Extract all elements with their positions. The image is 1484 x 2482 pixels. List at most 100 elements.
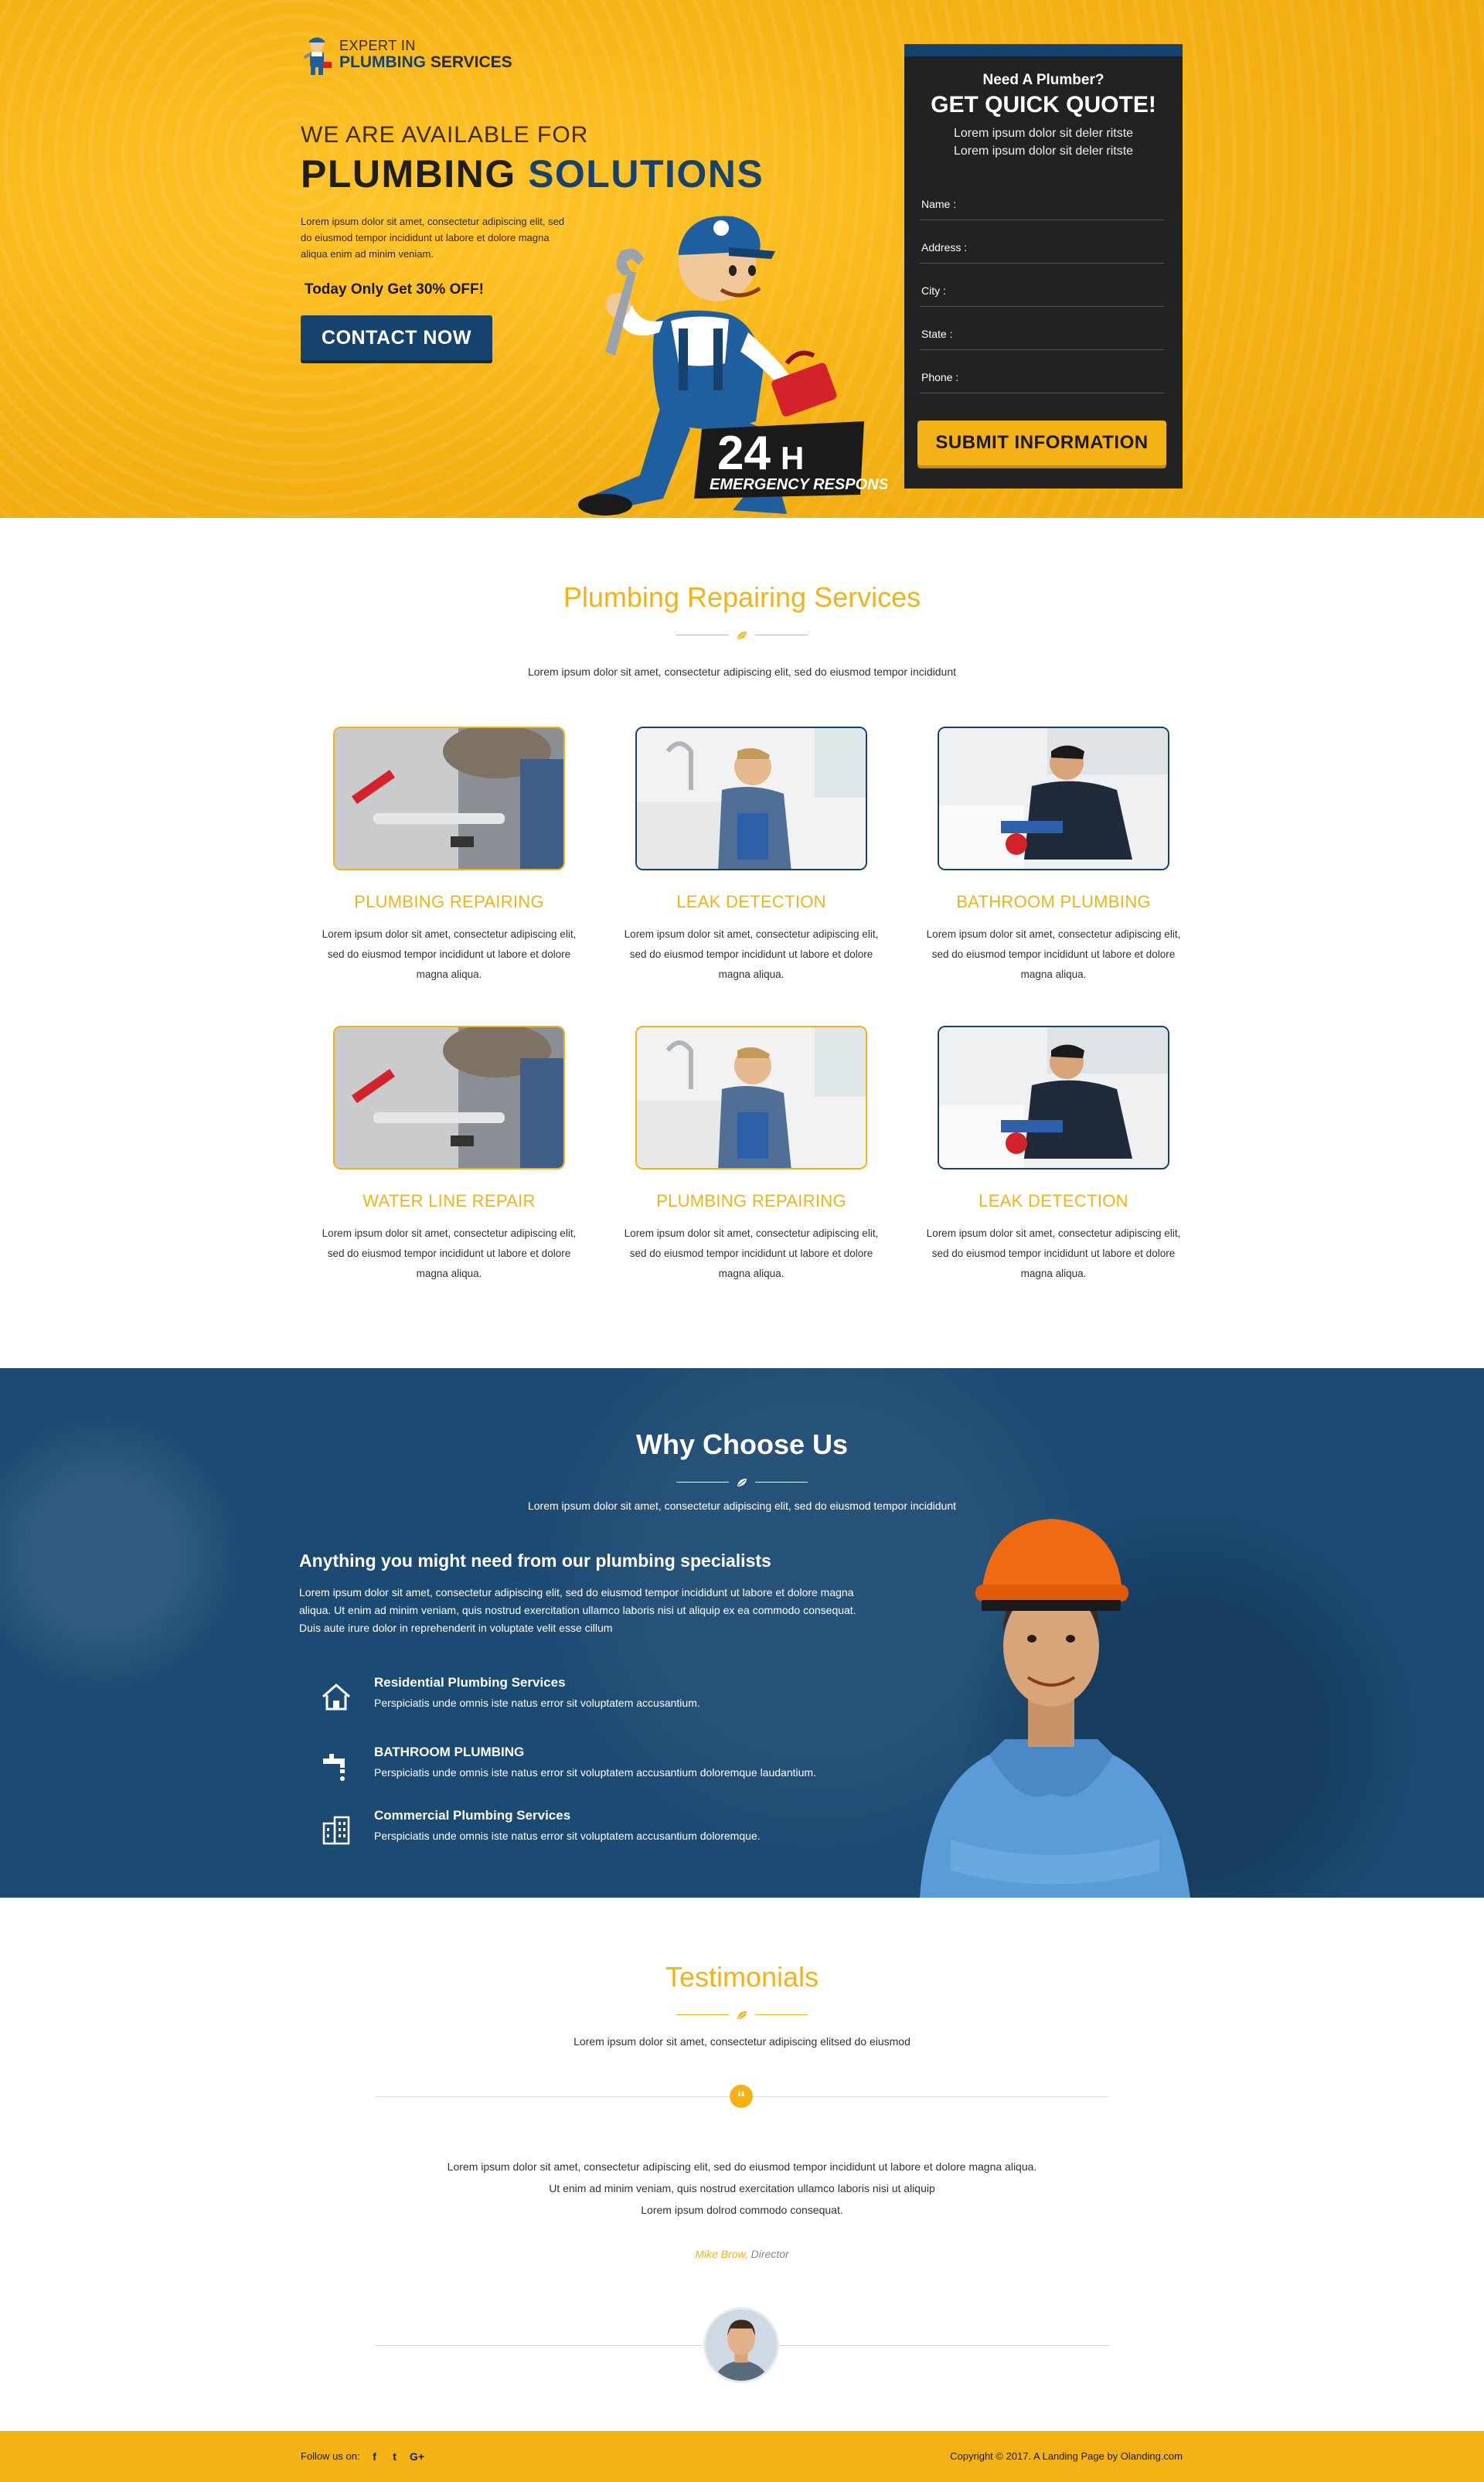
phone-input[interactable] [966, 367, 1164, 387]
testimonials-title: Testimonials [665, 1961, 819, 1993]
phone-field: Phone : [920, 350, 1164, 393]
author-role: Director [747, 2248, 789, 2260]
hero-description: Lorem ipsum dolor sit amet, consectetur … [301, 216, 565, 260]
plumber-repairing-image [335, 728, 563, 869]
logo-tagline: EXPERT IN [339, 37, 416, 53]
worker-photo [920, 1519, 1190, 1898]
hero-title-dark: PLUMBING [301, 152, 516, 196]
testimonials-divider [676, 2009, 808, 2021]
service-card[interactable]: LEAK DETECTION Lorem ipsum dolor sit ame… [926, 1026, 1181, 1284]
address-input[interactable] [966, 237, 1164, 257]
facebook-icon[interactable]: f [369, 2451, 380, 2462]
avatar[interactable] [703, 2307, 779, 2383]
water-line-repair-image [335, 1027, 563, 1168]
quote-icon: “ [730, 2085, 753, 2108]
services-title: Plumbing Repairing Services [563, 581, 921, 613]
service-description: Lorem ipsum dolor sit amet, consectetur … [624, 1227, 879, 1279]
service-card[interactable]: BATHROOM PLUMBING Lorem ipsum dolor sit … [926, 727, 1181, 985]
leaf-icon [737, 632, 747, 639]
service-title: LEAK DETECTION [676, 892, 826, 911]
why-choose-us-section: Why Choose Us Lorem ipsum dolor sit amet… [0, 1368, 1484, 1898]
logo-name-dark: SERVICES [430, 53, 512, 72]
state-field: State : [920, 307, 1164, 350]
service-image [333, 727, 565, 870]
service-title: PLUMBING REPAIRING [656, 1191, 846, 1210]
submit-information-button[interactable]: SUBMIT INFORMATION [917, 420, 1166, 465]
why-description: Lorem ipsum dolor sit amet, consectetur … [299, 1586, 856, 1634]
logo-name: PLUMBING SERVICES [339, 53, 512, 72]
feature-title: Commercial Plumbing Services [374, 1808, 571, 1823]
author-name: Mike Brow, [695, 2248, 748, 2260]
quote-form-panel: Need A Plumber? GET QUICK QUOTE! Lorem i… [904, 44, 1183, 489]
service-card[interactable]: LEAK DETECTION Lorem ipsum dolor sit ame… [624, 727, 879, 985]
city-field: City : [920, 264, 1164, 307]
hero-title: PLUMBING SOLUTIONS [301, 152, 764, 196]
feature-text: Perspiciatis unde omnis iste natus error… [374, 1830, 761, 1842]
name-label: Name : [921, 198, 957, 210]
phone-label: Phone : [921, 371, 959, 383]
why-subtitle: Lorem ipsum dolor sit amet, consectetur … [527, 1500, 957, 1512]
testimonial-line: Lorem ipsum dolrod commodo consequat. [641, 2204, 843, 2216]
logo[interactable]: EXPERT IN PLUMBING SERVICES [301, 32, 512, 77]
city-input[interactable] [966, 281, 1164, 301]
state-input[interactable] [966, 324, 1164, 344]
city-label: City : [921, 284, 946, 297]
why-divider [676, 1476, 808, 1489]
feature-text: Perspiciatis unde omnis iste natus error… [374, 1697, 700, 1709]
state-label: State : [921, 328, 953, 340]
service-title: PLUMBING REPAIRING [354, 892, 544, 911]
services-subtitle: Lorem ipsum dolor sit amet, consectetur … [527, 666, 957, 678]
google-plus-icon[interactable]: G+ [410, 2451, 425, 2462]
plumber-mascot-illustration: 24 H EMERGENCY RESPONSE [578, 216, 887, 516]
service-image [635, 1026, 867, 1170]
service-card[interactable]: WATER LINE REPAIR Lorem ipsum dolor sit … [322, 1026, 577, 1284]
service-title: LEAK DETECTION [979, 1191, 1128, 1210]
service-description: Lorem ipsum dolor sit amet, consectetur … [926, 928, 1181, 980]
leak-detection-image-2 [939, 1027, 1168, 1168]
address-field: Address : [920, 220, 1164, 264]
badge-h: H [781, 440, 804, 476]
service-image [938, 1026, 1169, 1170]
service-card[interactable]: PLUMBING REPAIRING Lorem ipsum dolor sit… [322, 727, 577, 985]
quote-need-label: Need A Plumber? [982, 72, 1104, 88]
service-image [333, 1026, 565, 1170]
name-input[interactable] [966, 194, 1164, 214]
service-description: Lorem ipsum dolor sit amet, consectetur … [926, 1227, 1181, 1279]
service-description: Lorem ipsum dolor sit amet, consectetur … [624, 928, 879, 980]
why-heading: Anything you might need from our plumbin… [299, 1551, 771, 1571]
testimonials-subtitle: Lorem ipsum dolor sit amet, consectetur … [574, 2035, 910, 2048]
logo-name-blue: PLUMBING [339, 53, 426, 72]
building-icon [322, 1816, 350, 1845]
feature-title: Residential Plumbing Services [374, 1675, 566, 1690]
social-links: Follow us on: f t G+ [301, 2450, 425, 2462]
quote-form: Name : Address : City : State : Phone : [920, 177, 1164, 393]
badge-24: 24 [717, 427, 771, 480]
testimonial-author: Mike Brow, Director [0, 2248, 1484, 2260]
services-divider [676, 629, 808, 642]
service-title: WATER LINE REPAIR [362, 1191, 536, 1210]
house-icon [322, 1683, 350, 1711]
plumber-logo-icon [303, 37, 332, 75]
service-card[interactable]: PLUMBING REPAIRING Lorem ipsum dolor sit… [624, 1026, 879, 1284]
quote-text: Lorem ipsum dolor sit deler ritste Lorem… [953, 127, 1134, 158]
twitter-icon[interactable]: t [390, 2451, 400, 2462]
leaf-icon [737, 1479, 747, 1486]
name-field: Name : [920, 177, 1164, 220]
feature-text: Perspiciatis unde omnis iste natus error… [374, 1766, 816, 1779]
service-description: Lorem ipsum dolor sit amet, consectetur … [322, 928, 577, 980]
offer-text: Today Only Get 30% OFF! [305, 281, 484, 298]
plumbing-repairing-image [637, 1027, 866, 1168]
services-section: Plumbing Repairing Services Lorem ipsum … [0, 518, 1484, 1368]
service-image [938, 727, 1169, 870]
address-label: Address : [921, 241, 968, 254]
why-title: Why Choose Us [635, 1428, 849, 1460]
footer: Follow us on: f t G+ Copyright © 2017. A… [0, 2431, 1484, 2482]
bathroom-plumbing-image [939, 728, 1168, 869]
follow-label: Follow us on: [301, 2450, 360, 2462]
service-image [635, 727, 867, 870]
avatar-photo [706, 2310, 777, 2381]
service-title: BATHROOM PLUMBING [956, 892, 1151, 911]
testimonial-text: Lorem ipsum dolor sit amet, consectetur … [0, 2156, 1484, 2221]
hero-section: EXPERT IN PLUMBING SERVICES WE ARE AVAIL… [0, 0, 1484, 518]
contact-now-button[interactable]: CONTACT NOW [301, 315, 492, 360]
